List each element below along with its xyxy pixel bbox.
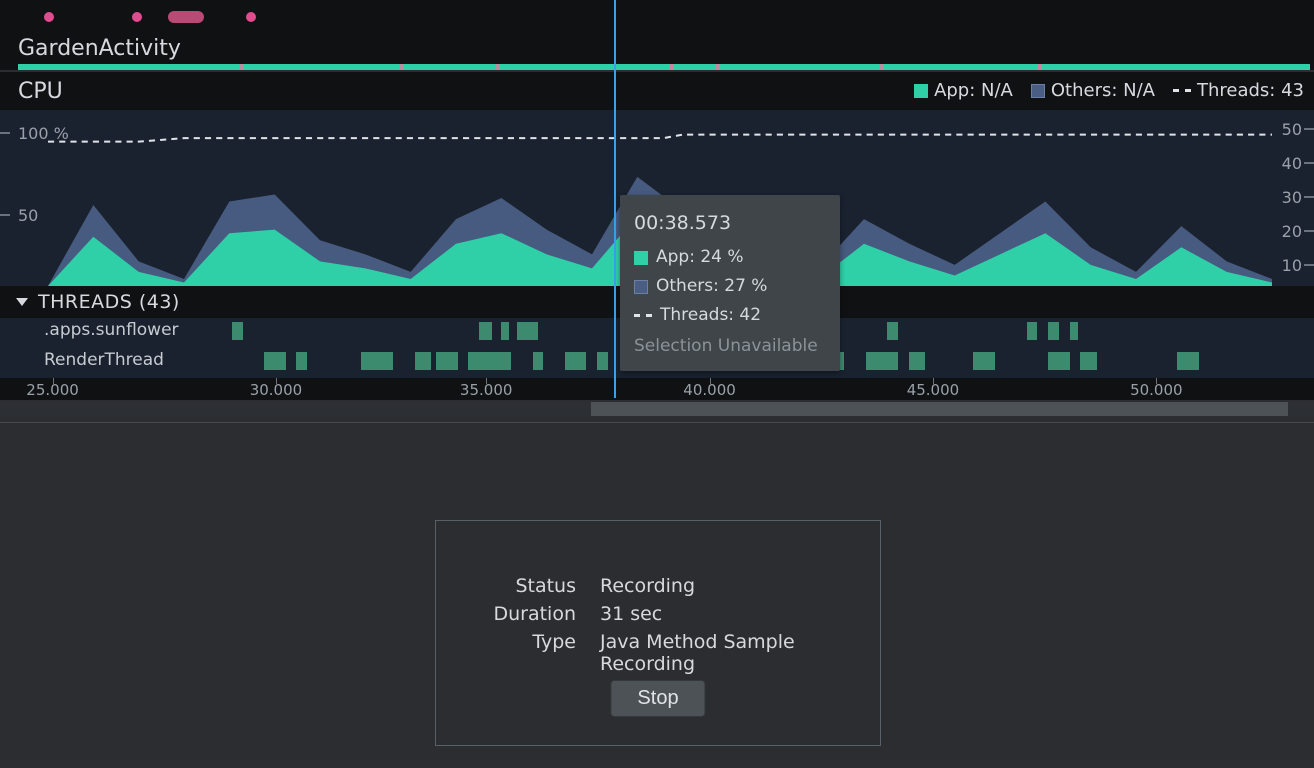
activity-header: GardenActivity [0, 28, 1314, 70]
thread-segment [479, 322, 492, 340]
legend-swatch-threads-icon [1173, 89, 1191, 92]
scrollbar-thumb[interactable] [591, 402, 1287, 416]
legend-others: Others: N/A [1031, 80, 1155, 101]
axis-tick-icon [0, 214, 10, 216]
ruler-tick-icon [710, 378, 711, 384]
thread-segment [1048, 352, 1069, 370]
thread-segment [866, 352, 898, 370]
chevron-down-icon[interactable] [16, 298, 28, 306]
legend-threads: Threads: 43 [1173, 80, 1304, 101]
thread-segment [1177, 352, 1198, 370]
cpu-title: CPU [18, 79, 63, 104]
axis-tick-icon [0, 132, 10, 134]
status-label: Status [436, 575, 576, 597]
recording-detail-panel: Status Recording Duration 31 sec Type Ja… [435, 520, 881, 746]
cpu-tooltip: 00:38.573 App: 24 % Others: 27 % Threads… [620, 195, 840, 371]
thread-segment [232, 322, 243, 340]
ruler-tick-icon [276, 378, 277, 384]
thread-segment [1080, 352, 1096, 370]
axis-tick-icon [1304, 230, 1314, 232]
legend-swatch-app-icon [914, 84, 928, 98]
ruler-tick-icon [486, 378, 487, 384]
y-right-30: 30 [1282, 188, 1302, 207]
legend-app: App: N/A [914, 80, 1013, 101]
lifecycle-gap-icon [496, 64, 500, 70]
thread-segment [565, 352, 586, 370]
event-marker-icon [132, 12, 142, 22]
thread-segment [264, 352, 285, 370]
ruler-tick-icon [53, 378, 54, 384]
y-right-20: 20 [1282, 222, 1302, 241]
legend-others-label: Others: N/A [1051, 80, 1155, 101]
y-left-50: 50 [18, 206, 38, 225]
duration-label: Duration [436, 603, 576, 625]
axis-tick-icon [1304, 196, 1314, 198]
thread-segment [361, 352, 393, 370]
threads-title: THREADS (43) [38, 291, 180, 313]
thread-segment [1027, 322, 1038, 340]
thread-segment [973, 352, 994, 370]
cpu-header: CPU App: N/A Others: N/A Threads: 43 [0, 72, 1314, 110]
thread-segment [296, 352, 307, 370]
type-value: Java Method Sample Recording [600, 631, 880, 675]
event-span-icon [168, 11, 204, 23]
thread-segment [436, 352, 457, 370]
thread-segment [597, 352, 608, 370]
legend-threads-label: Threads: 43 [1197, 80, 1304, 101]
playhead-cursor[interactable] [614, 0, 616, 398]
cpu-legend: App: N/A Others: N/A Threads: 43 [914, 80, 1304, 101]
thread-label: .apps.sunflower [44, 320, 179, 340]
tooltip-threads-label: Threads: 42 [660, 301, 761, 330]
y-right-10: 10 [1282, 256, 1302, 275]
duration-value: 31 sec [600, 603, 880, 625]
lifecycle-gap-icon [1038, 64, 1042, 70]
axis-tick-icon [1304, 128, 1314, 130]
type-label: Type [436, 631, 576, 675]
tooltip-swatch-app-icon [634, 251, 648, 265]
event-marker-strip [0, 0, 1314, 28]
ruler-tick-icon [933, 378, 934, 384]
recording-detail-grid: Status Recording Duration 31 sec Type Ja… [436, 575, 880, 675]
legend-swatch-others-icon [1031, 84, 1045, 98]
lifecycle-gap-icon [716, 64, 720, 70]
tooltip-app-row: App: 24 % [634, 243, 826, 272]
lifecycle-gap-icon [880, 64, 884, 70]
axis-tick-icon [1304, 162, 1314, 164]
tooltip-swatch-others-icon [634, 280, 648, 294]
lifecycle-gap-icon [400, 64, 404, 70]
status-value: Recording [600, 575, 880, 597]
y-right-50: 50 [1282, 120, 1302, 139]
activity-title: GardenActivity [18, 36, 181, 61]
lifecycle-bar[interactable] [18, 64, 1310, 70]
horizontal-scrollbar[interactable] [0, 402, 1314, 416]
time-ruler[interactable]: 25.000 30.000 35.000 40.000 45.000 50.00… [0, 378, 1314, 400]
stop-button[interactable]: Stop [610, 680, 705, 717]
thread-segment [1070, 322, 1079, 340]
tooltip-threads-row: Threads: 42 [634, 301, 826, 330]
thread-segment [517, 322, 538, 340]
tooltip-app-label: App: 24 % [656, 243, 744, 272]
divider [0, 422, 1314, 423]
lifecycle-gap-icon [240, 64, 244, 70]
lifecycle-gap-icon [670, 64, 674, 70]
thread-segment [909, 352, 925, 370]
thread-segment [887, 322, 898, 340]
tooltip-others-label: Others: 27 % [656, 272, 767, 301]
thread-segment [501, 322, 510, 340]
thread-segment [468, 352, 511, 370]
tooltip-timestamp: 00:38.573 [634, 207, 826, 239]
event-marker-icon [44, 12, 54, 22]
thread-label: RenderThread [44, 350, 164, 370]
y-right-40: 40 [1282, 154, 1302, 173]
thread-segment [533, 352, 544, 370]
tooltip-selection: Selection Unavailable [634, 332, 826, 361]
event-marker-icon [246, 12, 256, 22]
legend-app-label: App: N/A [934, 80, 1013, 101]
thread-segment [1048, 322, 1059, 340]
ruler-tick-icon [1156, 378, 1157, 384]
tooltip-others-row: Others: 27 % [634, 272, 826, 301]
thread-segment [415, 352, 431, 370]
axis-tick-icon [1304, 264, 1314, 266]
tooltip-swatch-threads-icon [634, 314, 652, 317]
